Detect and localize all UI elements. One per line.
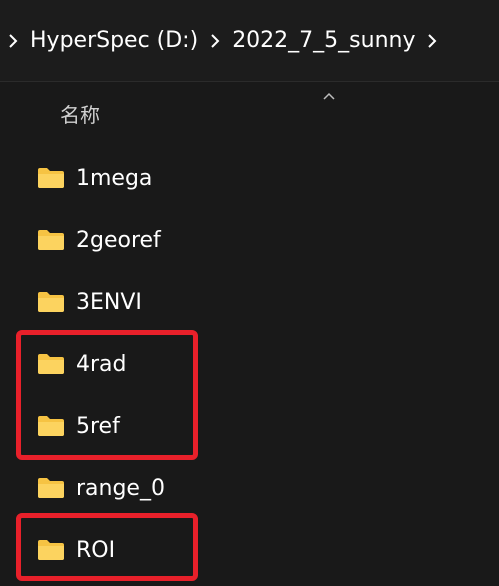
folder-name: 5ref [76,413,120,439]
folder-icon [37,353,65,375]
folder-icon [37,415,65,437]
list-item[interactable]: 2georef [20,212,460,268]
folder-name: 1mega [76,165,153,191]
folder-icon [37,291,65,313]
folder-name: 2georef [76,227,161,253]
folder-name: ROI [76,537,116,563]
list-item[interactable]: 4rad [20,336,460,392]
list-item[interactable]: ROI [20,522,460,578]
chevron-right-icon[interactable] [427,33,437,48]
folder-name: range_0 [76,475,165,501]
chevron-right-icon[interactable] [210,33,220,48]
breadcrumb-item-folder[interactable]: 2022_7_5_sunny [220,28,427,53]
folder-icon [37,229,65,251]
list-item[interactable]: 1mega [20,150,460,206]
folder-name: 4rad [76,351,127,377]
chevron-up-icon [322,86,336,100]
folder-icon [37,167,65,189]
breadcrumb: HyperSpec (D:) 2022_7_5_sunny [0,0,499,82]
chevron-right-icon[interactable] [8,33,18,48]
list-item[interactable]: range_0 [20,460,460,516]
file-list-pane: 名称 1mega 2georef 3ENVI 4rad 5ref range_0… [0,82,499,586]
column-header-name[interactable]: 名称 [60,99,100,128]
folder-icon [37,539,65,561]
list-item[interactable]: 5ref [20,398,460,454]
breadcrumb-item-drive[interactable]: HyperSpec (D:) [18,28,210,53]
folder-name: 3ENVI [76,289,142,315]
folder-icon [37,477,65,499]
list-item[interactable]: 3ENVI [20,274,460,330]
